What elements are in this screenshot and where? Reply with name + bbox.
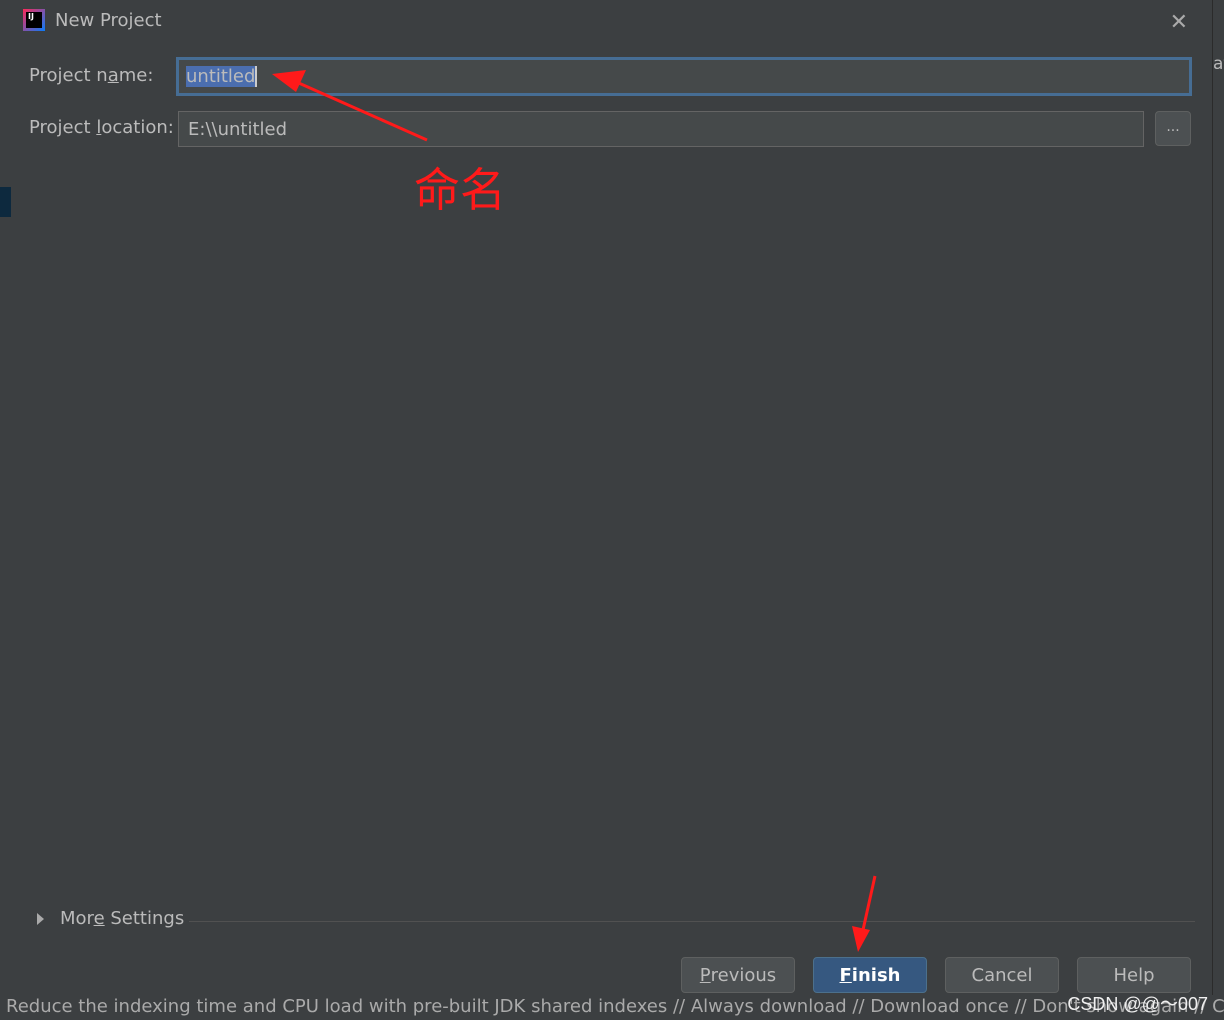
background-ide-right: at	[1213, 0, 1224, 1020]
project-name-value: untitled	[186, 66, 258, 87]
dialog-title-bar: IJ New Project	[23, 9, 162, 31]
finish-button[interactable]: Finish	[813, 957, 927, 993]
divider	[189, 921, 1195, 922]
new-project-dialog: IJ New Project ✕ Project name: untitled …	[11, 0, 1213, 995]
project-location-value: E:\\untitled	[188, 118, 287, 140]
browse-button[interactable]: ...	[1155, 111, 1191, 146]
expand-triangle-icon	[37, 912, 44, 925]
project-location-label: Project location:	[29, 117, 174, 138]
background-ide-left	[0, 0, 11, 1020]
watermark: CSDN @@～007	[1067, 994, 1208, 1014]
cancel-button[interactable]: Cancel	[945, 957, 1059, 993]
help-button[interactable]: Help	[1077, 957, 1191, 993]
background-status-bar: Reduce the indexing time and CPU load wi…	[0, 995, 1224, 1020]
project-name-label: Project name:	[29, 65, 154, 86]
intellij-logo-icon: IJ	[23, 9, 45, 31]
background-selected-row	[0, 187, 11, 217]
dialog-title: New Project	[55, 9, 162, 31]
more-settings-label: More Settings	[60, 908, 185, 929]
close-icon[interactable]: ✕	[1170, 10, 1188, 35]
annotation-label: 命名	[414, 163, 506, 217]
status-text: Reduce the indexing time and CPU load wi…	[6, 996, 1224, 1017]
project-name-input[interactable]: untitled	[176, 57, 1192, 96]
background-text: at	[1213, 54, 1224, 74]
previous-button[interactable]: Previous	[681, 957, 795, 993]
project-location-input[interactable]: E:\\untitled	[178, 111, 1144, 147]
more-settings-toggle[interactable]: More Settings	[37, 908, 184, 929]
